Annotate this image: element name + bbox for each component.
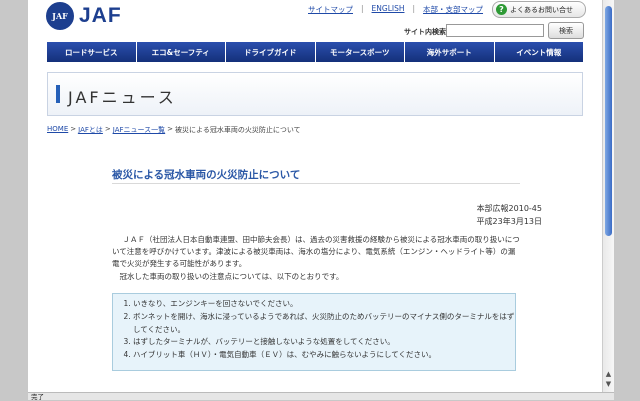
- status-bar: 完了: [28, 392, 614, 401]
- browser-window: JAF JAF サイトマップ | ENGLISH | 本部・支部マップ ? よく…: [28, 0, 614, 392]
- breadcrumb-separator: >: [70, 125, 77, 133]
- section-title: JAFニュース: [68, 88, 177, 107]
- breadcrumb-current: 被災による冠水車両の火災防止について: [175, 126, 301, 134]
- nav-motorsports[interactable]: モータースポーツ: [315, 42, 405, 62]
- faq-button[interactable]: ? よくあるお問い合せ: [492, 1, 586, 18]
- title-divider: [112, 183, 520, 184]
- notice-item: ハイブリット車（ＨＶ）・電気自動車（ＥＶ）は、むやみに触らないようにしてください…: [133, 349, 515, 362]
- article-paragraph: 冠水した車両の取り扱いの注意点については、以下のとおりです。: [119, 271, 344, 281]
- branch-map-link[interactable]: 本部・支部マップ: [423, 4, 483, 15]
- top-links: サイトマップ | ENGLISH | 本部・支部マップ: [308, 4, 483, 15]
- breadcrumb-home[interactable]: HOME: [47, 125, 68, 135]
- doc-date: 平成23年3月13日: [476, 217, 542, 226]
- nav-events[interactable]: イベント情報: [494, 42, 583, 62]
- scroll-up-arrow-icon[interactable]: ▲: [604, 370, 613, 379]
- nav-road-service[interactable]: ロードサービス: [47, 42, 137, 62]
- breadcrumb: HOME > JAFとは > JAFニュース一覧 > 被災による冠水車両の火災防…: [47, 125, 301, 135]
- breadcrumb-separator: >: [167, 125, 174, 133]
- notice-item: はずしたターミナルが、バッテリーと接触しないような処置をしてください。: [133, 336, 515, 349]
- link-separator: |: [361, 4, 364, 13]
- article-title: 被災による冠水車両の火災防止について: [112, 169, 301, 181]
- notice-item: ボンネットを開け、海水に浸っているようであれば、火災防止のためバッテリーのマイナ…: [133, 311, 515, 337]
- nav-drive-guide[interactable]: ドライブガイド: [226, 42, 316, 62]
- search-input[interactable]: [446, 24, 544, 37]
- notice-box: いきなり、エンジンキーを回さないでください。 ボンネットを開け、海水に浸っている…: [112, 293, 516, 371]
- article-body: ＪＡＦ（社団法人日本自動車連盟、田中節夫会長）は、過去の災害救援の経験から被災に…: [112, 234, 522, 283]
- nav-overseas-support[interactable]: 海外サポート: [405, 42, 495, 62]
- english-link[interactable]: ENGLISH: [372, 4, 405, 15]
- jaf-emblem-icon: JAF: [46, 2, 74, 30]
- breadcrumb-news-list[interactable]: JAFニュース一覧: [113, 125, 165, 135]
- faq-label: よくあるお問い合せ: [510, 5, 573, 14]
- article-paragraph: ＪＡＦ（社団法人日本自動車連盟、田中節夫会長）は、過去の災害救援の経験から被災に…: [112, 235, 520, 269]
- page-content: JAF JAF サイトマップ | ENGLISH | 本部・支部マップ ? よく…: [28, 0, 602, 392]
- scroll-thumb[interactable]: [605, 6, 612, 236]
- section-header: JAFニュース: [47, 72, 583, 116]
- vertical-scrollbar[interactable]: ▲ ▼: [602, 0, 614, 392]
- main-nav: ロードサービス エコ&セーフティ ドライブガイド モータースポーツ 海外サポート…: [47, 42, 583, 62]
- sitemap-link[interactable]: サイトマップ: [308, 4, 353, 15]
- nav-eco-safety[interactable]: エコ&セーフティ: [136, 42, 226, 62]
- logo-text: JAF: [79, 4, 122, 27]
- document-meta: 本部広報2010-45 平成23年3月13日: [477, 202, 542, 228]
- question-icon: ?: [496, 4, 507, 15]
- notice-list: いきなり、エンジンキーを回さないでください。 ボンネットを開け、海水に浸っている…: [113, 294, 515, 362]
- jaf-logo[interactable]: JAF JAF: [46, 2, 122, 30]
- doc-number: 本部広報2010-45: [476, 204, 542, 213]
- link-separator: |: [412, 4, 416, 13]
- notice-item: いきなり、エンジンキーを回さないでください。: [133, 298, 515, 311]
- breadcrumb-separator: >: [104, 125, 111, 133]
- breadcrumb-about[interactable]: JAFとは: [78, 125, 103, 135]
- search-button[interactable]: 検索: [548, 22, 584, 39]
- scroll-down-arrow-icon[interactable]: ▼: [604, 380, 613, 389]
- section-accent-bar: [56, 85, 60, 103]
- search-label: サイト内検索: [404, 28, 446, 36]
